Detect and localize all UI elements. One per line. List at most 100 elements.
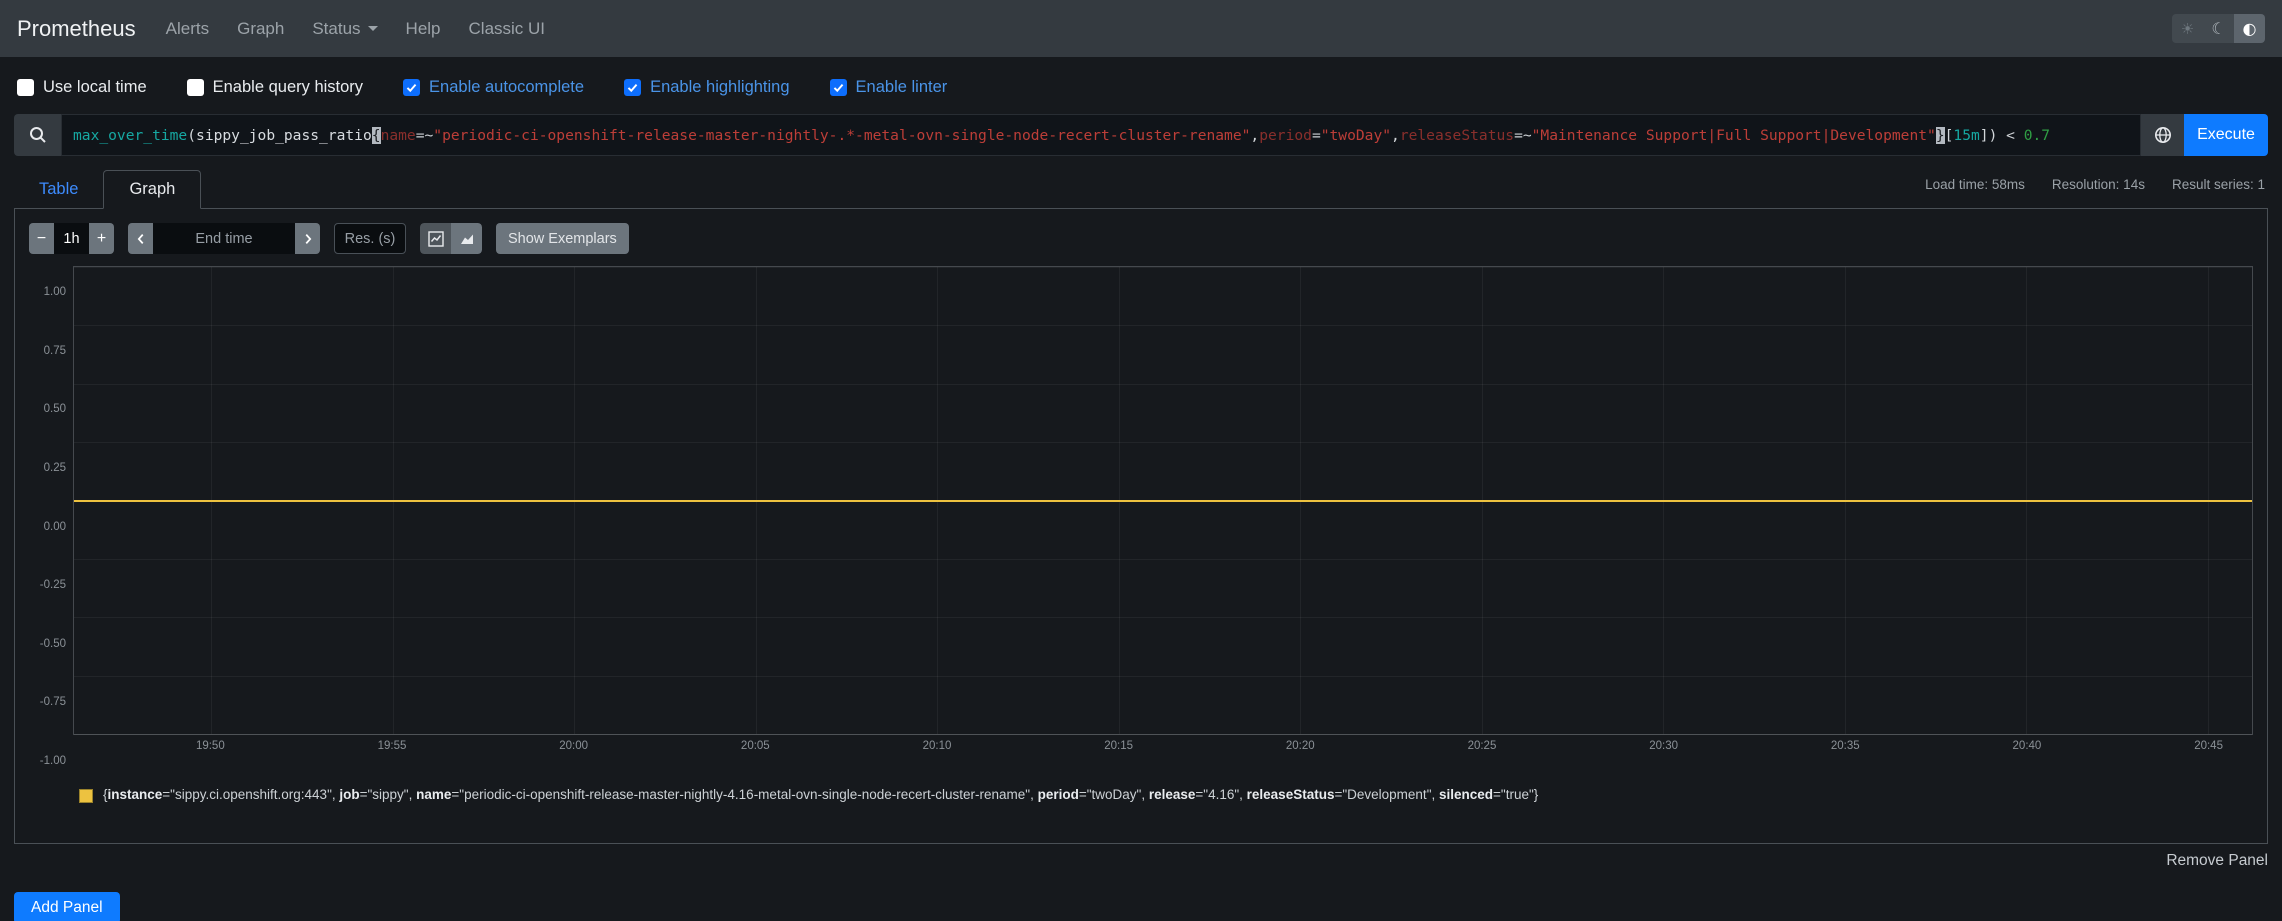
chevron-left-icon [134,232,148,246]
light-theme-button[interactable]: ☀ [2172,14,2203,43]
area-chart-icon [459,231,475,247]
query-expression-input[interactable]: max_over_time(sippy_job_pass_ratio{name=… [61,114,2141,156]
line-graph-button[interactable] [420,223,451,254]
query-token: { [372,127,381,144]
use-local-time-checkbox[interactable]: Use local time [17,78,147,97]
metrics-explorer-button[interactable] [2141,114,2184,156]
sun-icon: ☀ [2181,20,2194,38]
checkbox-checked-icon [830,79,847,96]
nav-item-classic-ui[interactable]: Classic UI [455,19,560,39]
resolution-input[interactable] [334,223,406,254]
stacked-graph-button[interactable] [451,223,482,254]
remove-panel-link[interactable]: Remove Panel [2166,852,2268,869]
query-token: , [1391,127,1400,144]
range-input-group: − + [29,223,114,254]
line-chart-icon [428,231,444,247]
plus-icon: + [97,230,106,248]
checkbox-unchecked-icon [17,79,34,96]
query-token: ] [1980,127,1989,144]
tabs: Table Graph Load time: 58ms Resolution: … [14,170,2268,209]
end-time-input[interactable] [153,223,295,254]
query-token: name [381,127,416,144]
x-axis-tick-label: 19:55 [378,740,407,752]
y-axis-tick-label: -0.75 [40,696,66,708]
add-panel-button[interactable]: Add Panel [14,892,120,921]
auto-theme-button[interactable]: ◐ [2234,14,2265,43]
gridline-horizontal [74,384,2252,385]
nav-item-status[interactable]: Status [298,19,391,39]
theme-toggle-group: ☀ ☾ ◐ [2172,14,2265,43]
x-axis-tick-label: 20:10 [923,740,952,752]
navbar: Prometheus Alerts Graph Status Help Clas… [0,0,2282,57]
query-token: period [1259,127,1312,144]
y-axis-tick-label: -0.50 [40,638,66,650]
resolution: Resolution: 14s [2052,177,2145,192]
enable-query-history-checkbox[interactable]: Enable query history [187,78,363,97]
series-line [74,500,2252,502]
series-color-swatch[interactable] [79,789,93,803]
x-axis-tick-label: 20:45 [2194,740,2223,752]
y-axis-tick-label: 0.25 [44,462,66,474]
decrease-range-button[interactable]: − [29,223,54,254]
nav-item-help[interactable]: Help [392,19,455,39]
query-bar: max_over_time(sippy_job_pass_ratio{name=… [14,114,2268,156]
series-label: {instance="sippy.ci.openshift.org:443", … [103,787,1538,802]
x-axis-tick-label: 19:50 [196,740,225,752]
chevron-right-icon [301,232,315,246]
query-token: sippy_job_pass_ratio [196,127,372,144]
nav-item-alerts[interactable]: Alerts [152,19,223,39]
tab-table[interactable]: Table [14,170,103,208]
query-token: , [1250,127,1259,144]
y-axis-tick-label: 0.75 [44,345,66,357]
query-token: 0.7 [2024,127,2050,144]
plot-area[interactable] [73,266,2253,735]
minus-icon: − [37,230,46,248]
enable-autocomplete-checkbox[interactable]: Enable autocomplete [403,78,584,97]
query-stats: Load time: 58ms Resolution: 14s Result s… [1925,177,2265,192]
tab-graph[interactable]: Graph [103,170,201,209]
end-time-group [128,223,320,254]
gridline-horizontal [74,559,2252,560]
x-axis-tick-label: 20:20 [1286,740,1315,752]
time-forward-button[interactable] [295,223,320,254]
search-icon [14,114,61,156]
execute-button[interactable]: Execute [2184,114,2268,156]
enable-linter-checkbox[interactable]: Enable linter [830,78,948,97]
x-axis-tick-label: 20:30 [1649,740,1678,752]
settings-row: Use local time Enable query history Enab… [0,57,2282,97]
enable-highlighting-checkbox[interactable]: Enable highlighting [624,78,789,97]
chart-type-toggle [420,223,482,254]
nav-item-graph[interactable]: Graph [223,19,298,39]
y-axis-tick-label: 0.50 [44,403,66,415]
graph-panel: − + Show Exemplars 1.000.750.500.250.00-… [14,209,2268,844]
graph-section: 1.000.750.500.250.00-0.25-0.50-0.75-1.00… [29,266,2253,755]
range-input[interactable] [54,223,89,254]
query-token: "periodic-ci-openshift-release-master-ni… [433,127,1250,144]
query-token: = [1312,127,1321,144]
x-axis-tick-label: 20:40 [2013,740,2042,752]
brand-prometheus[interactable]: Prometheus [17,16,136,42]
query-token: releaseStatus [1400,127,1514,144]
dark-theme-button[interactable]: ☾ [2203,14,2234,43]
show-exemplars-button[interactable]: Show Exemplars [496,223,629,254]
x-axis: 19:5019:5520:0020:0520:1020:1520:2020:25… [73,735,2253,755]
auto-contrast-icon: ◐ [2243,19,2257,38]
query-token: "Maintenance Support|Full Support|Develo… [1532,127,1936,144]
gridline-horizontal [74,617,2252,618]
x-axis-tick-label: 20:15 [1104,740,1133,752]
increase-range-button[interactable]: + [89,223,114,254]
y-axis-tick-label: 1.00 [44,286,66,298]
query-token: =~ [416,127,434,144]
gridline-horizontal [74,325,2252,326]
x-axis-tick-label: 20:00 [559,740,588,752]
graph-controls: − + Show Exemplars [29,223,2253,254]
query-token: ) [1989,127,1998,144]
result-series: Result series: 1 [2172,177,2265,192]
gridline-horizontal [74,676,2252,677]
legend: {instance="sippy.ci.openshift.org:443", … [79,787,2253,803]
query-token: } [1936,127,1945,144]
query-token: [ [1945,127,1954,144]
x-axis-tick-label: 20:35 [1831,740,1860,752]
time-back-button[interactable] [128,223,153,254]
query-token: max_over_time [73,127,187,144]
